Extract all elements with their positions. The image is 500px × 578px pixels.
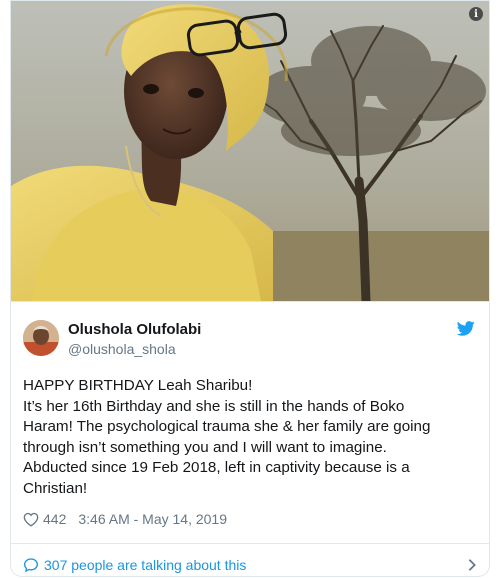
tweet-photo[interactable]: i xyxy=(11,1,489,301)
avatar-image xyxy=(23,320,59,356)
speech-bubble-icon xyxy=(23,558,39,573)
conversation-label: 307 people are talking about this xyxy=(44,557,247,573)
tweet-text-line: It’s her 16th Birthday and she is still … xyxy=(23,397,405,415)
heart-icon xyxy=(23,512,39,527)
tweet-text-line: Abducted since 19 Feb 2018, left in capt… xyxy=(23,459,410,476)
like-button[interactable]: 442 xyxy=(23,511,78,527)
avatar[interactable] xyxy=(23,320,59,356)
tweet-timestamp[interactable]: 3:46 AM - May 14, 2019 xyxy=(78,511,227,527)
info-icon[interactable]: i xyxy=(469,7,483,21)
tweet-meta: 442 3:46 AM - May 14, 2019 xyxy=(11,508,489,530)
author-display-name[interactable]: Olushola Olufolabi xyxy=(68,320,201,339)
conversation-link[interactable]: 307 people are talking about this xyxy=(11,544,489,576)
chevron-right-icon xyxy=(468,559,476,571)
tweet-text-line: through isn’t something you and I will w… xyxy=(23,438,387,456)
photo-illustration xyxy=(11,1,489,301)
tweet-text-line: Haram! The psychological trauma she & he… xyxy=(23,418,431,435)
embedded-tweet-card: i Olushola Olufolabi @olushola_shola HAP… xyxy=(10,0,490,577)
author-names: Olushola Olufolabi @olushola_shola xyxy=(68,320,201,359)
tweet-text: HAPPY BIRTHDAY Leah Sharibu! It’s her 16… xyxy=(11,376,489,499)
tweet-header: Olushola Olufolabi @olushola_shola xyxy=(11,302,489,370)
tweet-text-line: HAPPY BIRTHDAY Leah Sharibu! xyxy=(23,377,253,394)
author-handle[interactable]: @olushola_shola xyxy=(68,340,201,359)
twitter-bird-icon[interactable] xyxy=(457,321,475,336)
tweet-text-line: Christian! xyxy=(23,479,88,497)
like-count: 442 xyxy=(43,511,67,527)
